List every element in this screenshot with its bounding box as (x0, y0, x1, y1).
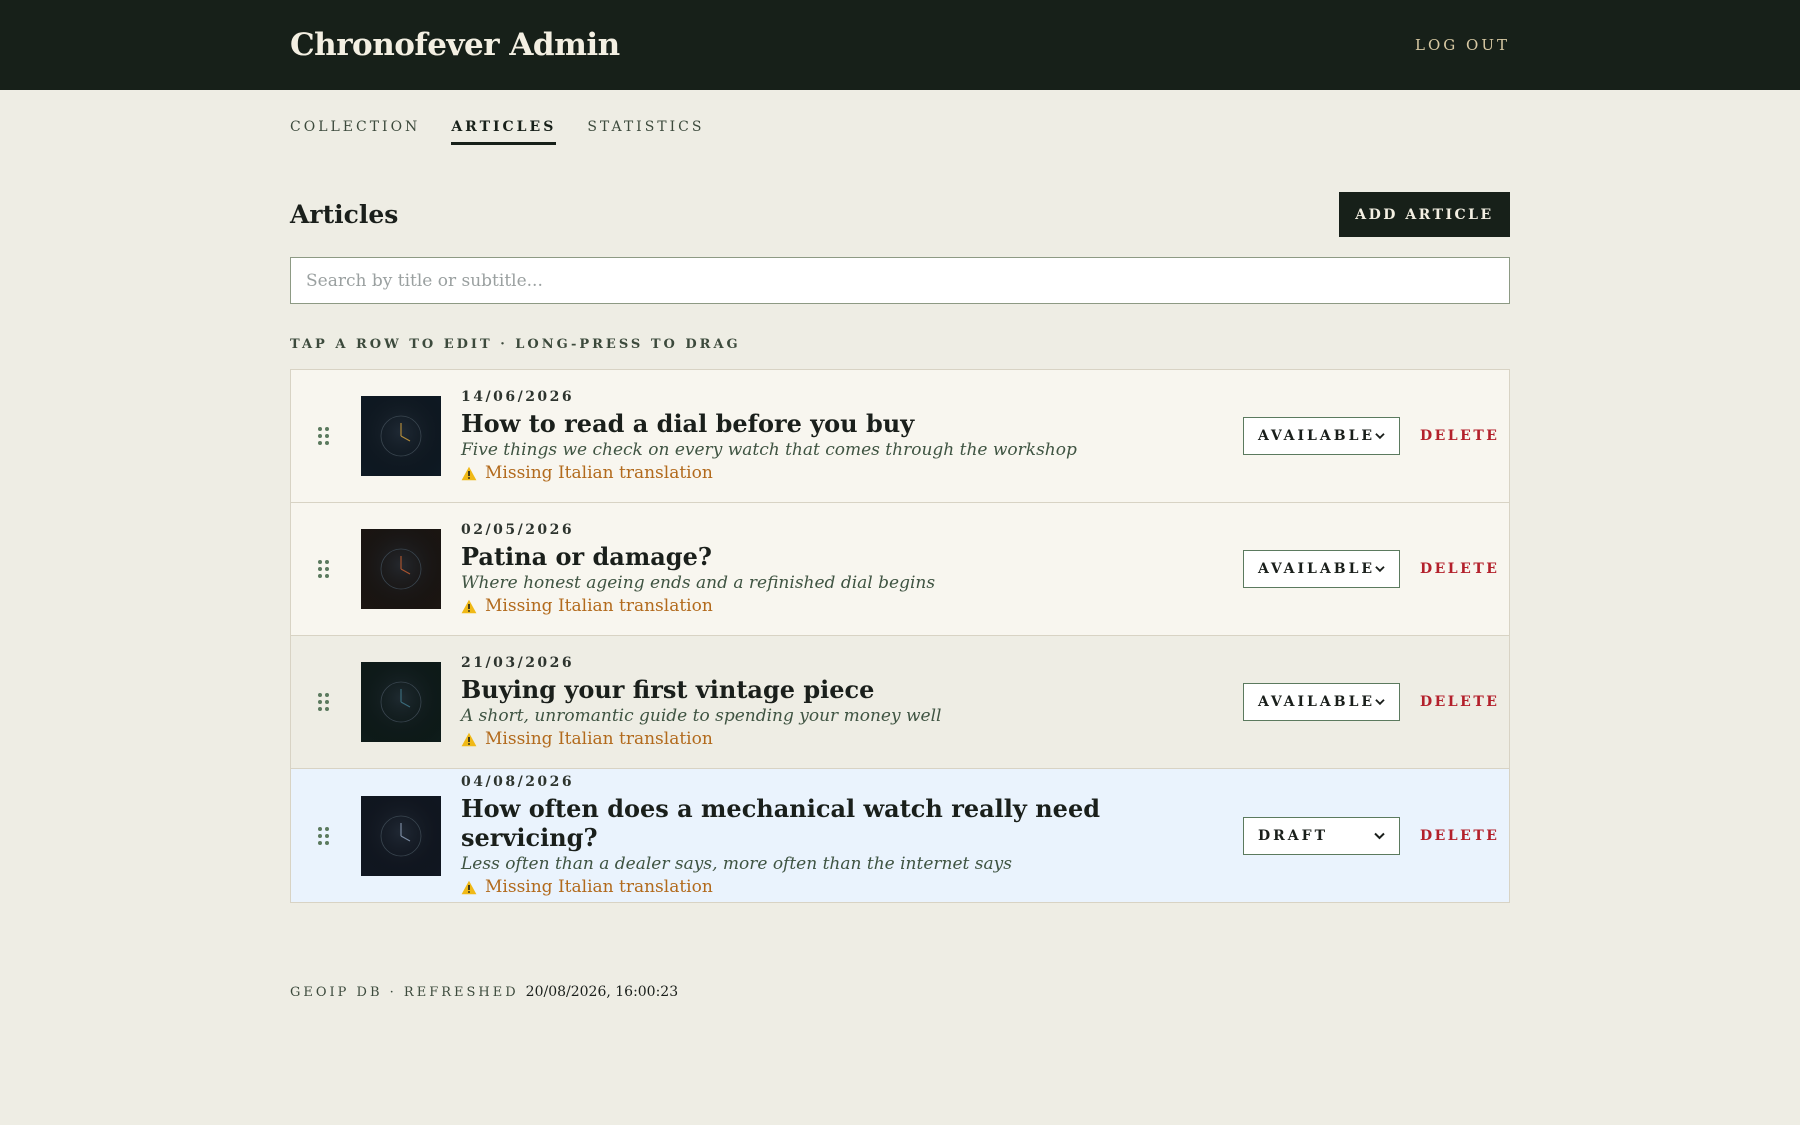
drag-handle-icon[interactable] (318, 560, 330, 578)
warning-text: Missing Italian translation (485, 729, 713, 749)
warning-text: Missing Italian translation (485, 877, 713, 897)
delete-button[interactable]: DELETE (1420, 561, 1497, 577)
article-thumbnail (361, 795, 441, 876)
watch-dial-icon (361, 662, 441, 742)
article-thumbnail (361, 529, 441, 609)
status-value: AVAILABLE (1258, 428, 1376, 444)
warning-icon (461, 732, 477, 746)
status-select[interactable]: AVAILABLE (1243, 683, 1400, 721)
geoip-timestamp: 20/08/2026, 16:00:23 (525, 984, 679, 1000)
translation-warning: Missing Italian translation (461, 463, 1243, 483)
delete-button[interactable]: DELETE (1420, 694, 1497, 710)
article-date: 21/03/2026 (461, 655, 575, 671)
tab-statistics[interactable]: STATISTICS (587, 119, 704, 145)
article-date: 14/06/2026 (461, 389, 575, 405)
article-info: 21/03/2026 Buying your first vintage pie… (461, 655, 1243, 749)
article-subtitle: Less often than a dealer says, more ofte… (461, 854, 1012, 874)
brand-title: Chronofever Admin (290, 27, 620, 63)
logout-link[interactable]: LOG OUT (1415, 36, 1510, 54)
warning-icon (461, 466, 477, 480)
status-value: AVAILABLE (1258, 694, 1376, 710)
chevron-down-icon (1374, 832, 1385, 839)
chevron-down-icon (1375, 699, 1385, 706)
delete-button[interactable]: DELETE (1420, 828, 1497, 844)
tab-articles[interactable]: ARTICLES (451, 119, 557, 145)
tab-collection[interactable]: COLLECTION (290, 119, 420, 145)
add-article-button[interactable]: ADD ARTICLE (1339, 192, 1510, 237)
article-thumbnail (361, 396, 441, 476)
article-thumbnail (361, 662, 441, 742)
drag-handle-icon[interactable] (318, 826, 330, 845)
geoip-label: GEOIP DB · REFRESHED (290, 985, 519, 1000)
warning-text: Missing Italian translation (485, 596, 713, 616)
article-title: How to read a dial before you buy (461, 409, 915, 438)
warning-icon (461, 599, 477, 613)
warning-text: Missing Italian translation (485, 463, 713, 483)
search-input[interactable] (290, 257, 1510, 304)
warning-icon (461, 880, 477, 894)
article-row[interactable]: 04/08/2026 How often does a mechanical w… (291, 769, 1509, 902)
watch-dial-icon (361, 396, 441, 476)
drag-handle-icon[interactable] (318, 427, 330, 445)
heading-row: Articles ADD ARTICLE (290, 192, 1510, 237)
article-info: 04/08/2026 How often does a mechanical w… (461, 774, 1243, 897)
main-content: COLLECTION ARTICLES STATISTICS Articles … (290, 90, 1510, 1000)
article-title: Buying your first vintage piece (461, 675, 875, 704)
translation-warning: Missing Italian translation (461, 877, 1243, 897)
watch-dial-icon (361, 795, 441, 876)
article-subtitle: A short, unromantic guide to spending yo… (461, 706, 942, 726)
article-info: 02/05/2026 Patina or damage? Where hones… (461, 522, 1243, 616)
article-list: 14/06/2026 How to read a dial before you… (290, 369, 1510, 903)
tab-bar: COLLECTION ARTICLES STATISTICS (290, 90, 1510, 145)
status-select[interactable]: AVAILABLE (1243, 550, 1400, 588)
geoip-footer: GEOIP DB · REFRESHED 20/08/2026, 16:00:2… (290, 984, 1510, 1000)
translation-warning: Missing Italian translation (461, 729, 1243, 749)
article-row[interactable]: 14/06/2026 How to read a dial before you… (291, 370, 1509, 503)
article-title: Patina or damage? (461, 542, 712, 571)
chevron-down-icon (1375, 433, 1385, 440)
article-info: 14/06/2026 How to read a dial before you… (461, 389, 1243, 483)
delete-button[interactable]: DELETE (1420, 428, 1497, 444)
instructions-hint: TAP A ROW TO EDIT · LONG-PRESS TO DRAG (290, 337, 741, 352)
article-subtitle: Where honest ageing ends and a refinishe… (461, 573, 936, 593)
article-subtitle: Five things we check on every watch that… (461, 440, 1077, 460)
watch-dial-icon (361, 529, 441, 609)
article-title: How often does a mechanical watch really… (461, 794, 1100, 852)
article-date: 04/08/2026 (461, 774, 575, 790)
page-title: Articles (290, 200, 399, 229)
article-date: 02/05/2026 (461, 522, 575, 538)
status-select[interactable]: DRAFT (1243, 816, 1400, 855)
article-row[interactable]: 21/03/2026 Buying your first vintage pie… (291, 636, 1509, 769)
chevron-down-icon (1375, 566, 1385, 573)
drag-handle-icon[interactable] (318, 693, 330, 711)
top-bar: Chronofever Admin LOG OUT (0, 0, 1800, 90)
article-row[interactable]: 02/05/2026 Patina or damage? Where hones… (291, 503, 1509, 636)
status-value: AVAILABLE (1258, 561, 1376, 577)
translation-warning: Missing Italian translation (461, 596, 1243, 616)
status-value: DRAFT (1258, 827, 1328, 844)
status-select[interactable]: AVAILABLE (1243, 417, 1400, 455)
